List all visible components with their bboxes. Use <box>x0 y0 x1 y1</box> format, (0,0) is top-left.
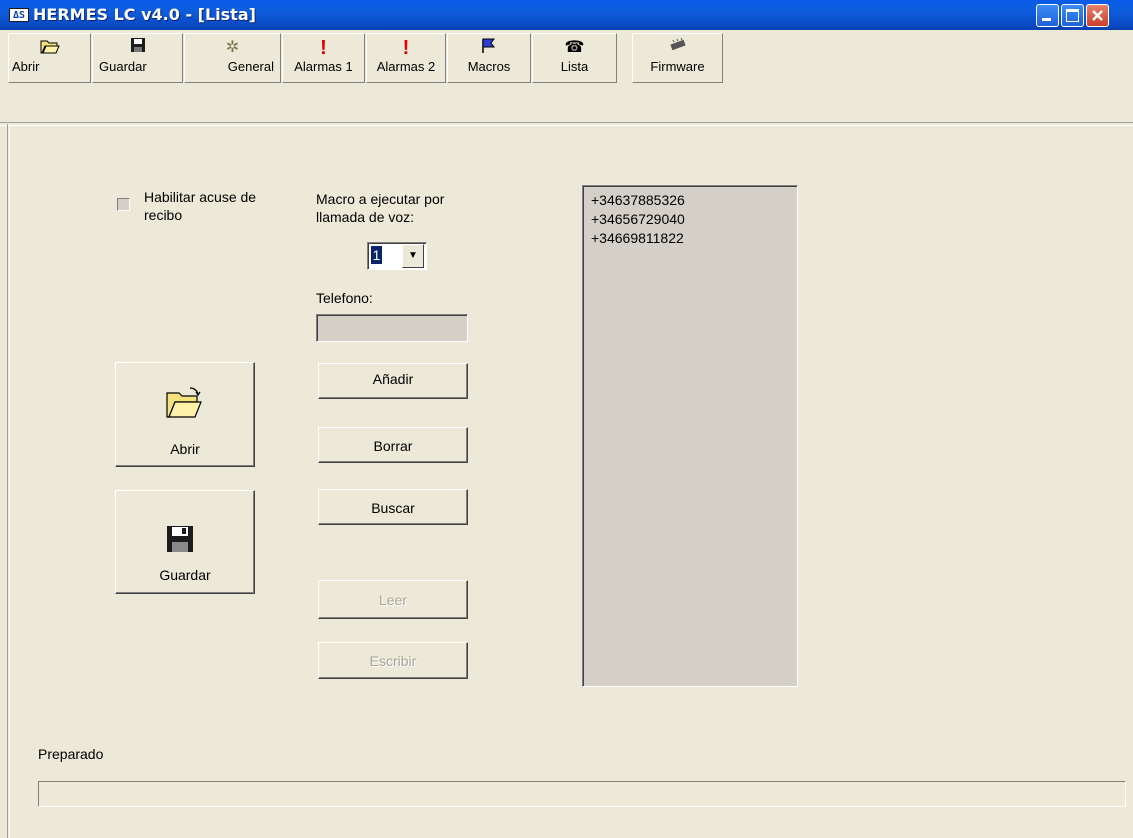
write-button[interactable]: Escribir <box>318 642 468 679</box>
toolbar-general-button[interactable]: ✲ General <box>184 33 281 83</box>
toolbar-label: Alarmas 2 <box>376 59 436 74</box>
floppy-disk-icon <box>166 525 194 556</box>
toolbar-save-button[interactable]: Guardar <box>92 33 183 83</box>
window-title: HERMES LC v4.0 - [Lista] <box>33 5 256 24</box>
toolbar-divider <box>0 122 1133 126</box>
close-icon <box>1092 10 1103 21</box>
phone-label: Telefono: <box>316 290 373 306</box>
toolbar-label: General <box>227 59 274 74</box>
phone-input[interactable] <box>316 314 468 342</box>
open-folder-icon <box>9 37 90 59</box>
app-logo-icon: ΔS <box>9 8 29 22</box>
exclamation-icon: ! <box>320 37 327 59</box>
toolbar-label: Alarmas 1 <box>294 59 353 74</box>
floppy-disk-icon <box>93 37 182 59</box>
phone-icon: ☎ <box>564 39 585 56</box>
exclamation-icon: ! <box>402 37 410 59</box>
list-item[interactable]: +34656729040 <box>591 210 789 229</box>
macro-label: Macro a ejecutar por llamada de voz: <box>316 191 445 225</box>
read-button[interactable]: Leer <box>318 580 468 619</box>
toolbar-macros-button[interactable]: Macros <box>447 33 531 83</box>
toolbar-firmware-button[interactable]: Firmware <box>632 33 723 83</box>
maximize-button[interactable] <box>1061 4 1084 27</box>
toolbar-open-button[interactable]: Abrir <box>8 33 91 83</box>
toolbar-list-button[interactable]: ☎ Lista <box>532 33 617 83</box>
minimize-button[interactable] <box>1036 4 1059 27</box>
progress-bar <box>38 781 1126 807</box>
flag-icon <box>448 37 530 59</box>
close-button[interactable] <box>1086 4 1109 27</box>
gears-icon: ✲ <box>225 39 240 56</box>
maximize-icon <box>1066 9 1079 22</box>
open-button-label: Abrir <box>170 441 200 457</box>
ack-checkbox[interactable] <box>117 198 130 211</box>
toolbar-label: Abrir <box>12 59 40 74</box>
save-button-label: Guardar <box>159 567 211 583</box>
delete-button[interactable]: Borrar <box>318 427 468 463</box>
chevron-down-icon[interactable]: ▼ <box>402 244 424 268</box>
toolbar-alarms1-button[interactable]: ! Alarmas 1 <box>282 33 365 83</box>
phone-list[interactable]: +34637885326 +34656729040 +34669811822 <box>582 185 798 687</box>
open-folder-icon <box>164 385 204 424</box>
open-button[interactable]: Abrir <box>115 362 255 467</box>
toolbar-label: Macros <box>467 59 511 74</box>
list-item[interactable]: +34669811822 <box>591 229 789 248</box>
macro-select-value: 1 <box>371 246 382 264</box>
ack-checkbox-label: Habilitar acuse de recibo <box>144 189 257 223</box>
chip-icon <box>633 37 722 59</box>
toolbar-label: Lista <box>560 59 589 74</box>
toolbar-alarms2-button[interactable]: ! Alarmas 2 <box>366 33 446 83</box>
minimize-icon <box>1042 18 1051 21</box>
toolbar-label: Firmware <box>650 59 705 74</box>
client-left-border <box>7 124 10 838</box>
save-button[interactable]: Guardar <box>115 490 255 594</box>
list-item[interactable]: +34637885326 <box>591 191 789 210</box>
toolbar-label: Guardar <box>99 59 147 74</box>
add-button[interactable]: Añadir <box>318 363 468 399</box>
status-text: Preparado <box>38 746 104 762</box>
search-button[interactable]: Buscar <box>318 489 468 525</box>
